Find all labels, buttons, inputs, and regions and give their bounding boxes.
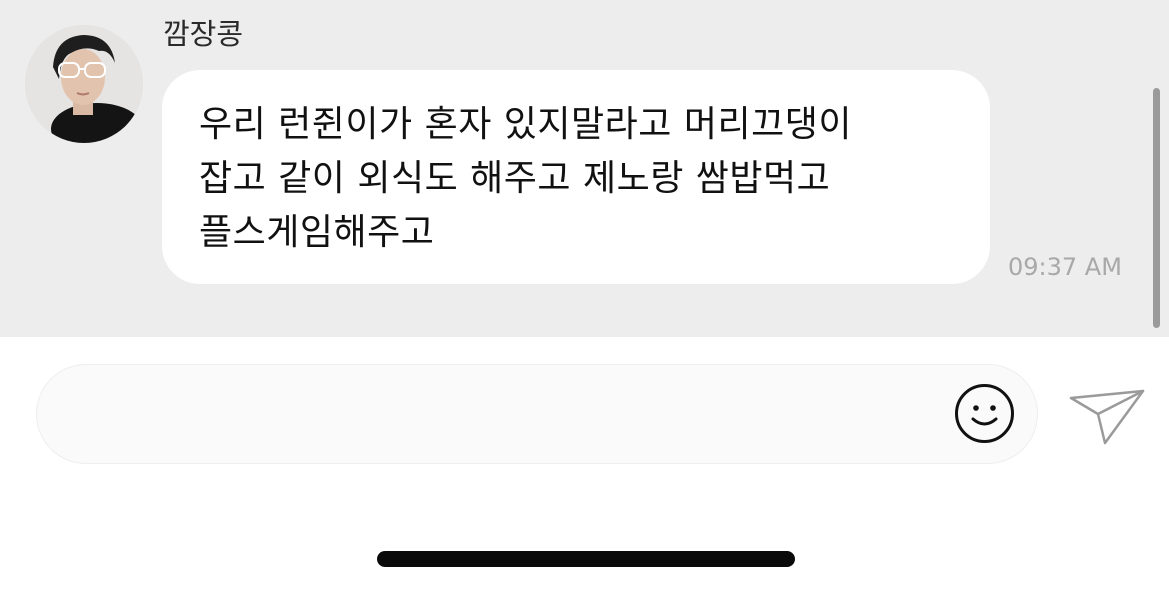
avatar-image [25,25,143,143]
sender-avatar[interactable] [25,25,143,143]
smiley-icon [955,384,1014,443]
emoji-button[interactable] [954,383,1015,444]
home-indicator[interactable] [377,551,795,567]
message-input[interactable] [36,364,1038,464]
message-text: 우리 런쥔이가 혼자 있지말라고 머리끄댕이 잡고 같이 외식도 해주고 제노랑… [199,104,852,253]
chat-area: 깜장콩 우리 런쥔이가 혼자 있지말라고 머리끄댕이 잡고 같이 외식도 해주고… [0,0,1169,337]
scrollbar[interactable] [1153,88,1160,328]
paper-plane-icon [1069,389,1145,445]
send-button[interactable] [1068,382,1146,448]
message-bubble[interactable]: 우리 런쥔이가 혼자 있지말라고 머리끄댕이 잡고 같이 외식도 해주고 제노랑… [162,70,990,284]
message-timestamp: 09:37 AM [1008,253,1122,281]
sender-name: 깜장콩 [163,17,244,51]
